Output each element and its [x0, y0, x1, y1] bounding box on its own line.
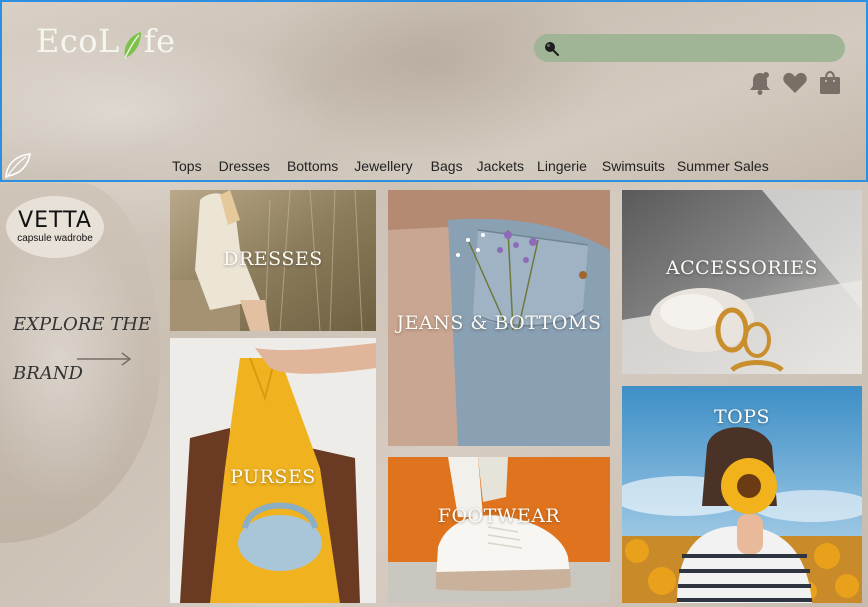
accessories-image [622, 190, 862, 374]
logo-text-fe: fe [143, 22, 176, 60]
category-label: PURSES [230, 466, 316, 488]
nav-item-jackets[interactable]: Jackets [477, 158, 524, 174]
category-tile-dresses[interactable]: DRESSES [170, 190, 376, 331]
explore-line-1: EXPLORE THE [13, 314, 152, 335]
search-bar[interactable] [534, 34, 845, 62]
category-nav: Tops Dresses Bottoms Jewellery Bags Jack… [172, 158, 769, 174]
nav-item-dresses[interactable]: Dresses [219, 158, 270, 174]
category-tile-accessories[interactable]: ACCESSORIES [622, 190, 862, 374]
search-input[interactable] [564, 38, 834, 58]
nav-item-lingerie[interactable]: Lingerie [537, 158, 587, 174]
category-label: FOOTWEAR [437, 505, 561, 527]
nav-item-tops[interactable]: Tops [172, 158, 202, 174]
leaf-outline-icon [4, 150, 34, 184]
category-label: ACCESSORIES [665, 257, 819, 279]
logo-text-l: L [98, 22, 120, 60]
category-label: DRESSES [223, 248, 323, 270]
notification-bell-icon[interactable] [747, 70, 773, 96]
shopping-bag-icon[interactable] [817, 70, 843, 96]
category-tile-jeans-bottoms[interactable]: JEANS & BOTTOMS [388, 190, 610, 446]
category-tile-tops[interactable]: TOPS [622, 386, 862, 603]
explore-brand-link[interactable]: EXPLORE THE BRAND [13, 300, 151, 398]
arrow-right-icon[interactable] [76, 351, 132, 371]
logo-text-eco: Eco [36, 22, 99, 60]
category-tile-purses[interactable]: PURSES [170, 338, 376, 603]
brand-tagline: capsule wadrobe [17, 233, 93, 244]
brand-name: VETTA [18, 208, 92, 233]
heart-icon[interactable] [782, 70, 808, 96]
nav-item-summer-sales[interactable]: Summer Sales [677, 158, 769, 174]
nav-item-bottoms[interactable]: Bottoms [287, 158, 338, 174]
category-tile-footwear[interactable]: FOOTWEAR [388, 457, 610, 603]
search-icon[interactable] [544, 41, 560, 61]
nav-item-bags[interactable]: Bags [431, 158, 463, 174]
ecolife-logo[interactable]: Eco L fe [36, 22, 176, 60]
nav-item-jewellery[interactable]: Jewellery [354, 158, 412, 174]
header-actions [747, 70, 843, 96]
vetta-brand-badge[interactable]: VETTA capsule wadrobe [6, 196, 104, 258]
category-label: JEANS & BOTTOMS [396, 312, 602, 334]
leaf-icon [121, 30, 143, 60]
category-label: TOPS [713, 406, 771, 428]
site-header: Eco L fe Tops Dresses Bottoms Jewellery … [0, 0, 868, 182]
footwear-image [388, 457, 610, 603]
nav-item-swimsuits[interactable]: Swimsuits [602, 158, 665, 174]
